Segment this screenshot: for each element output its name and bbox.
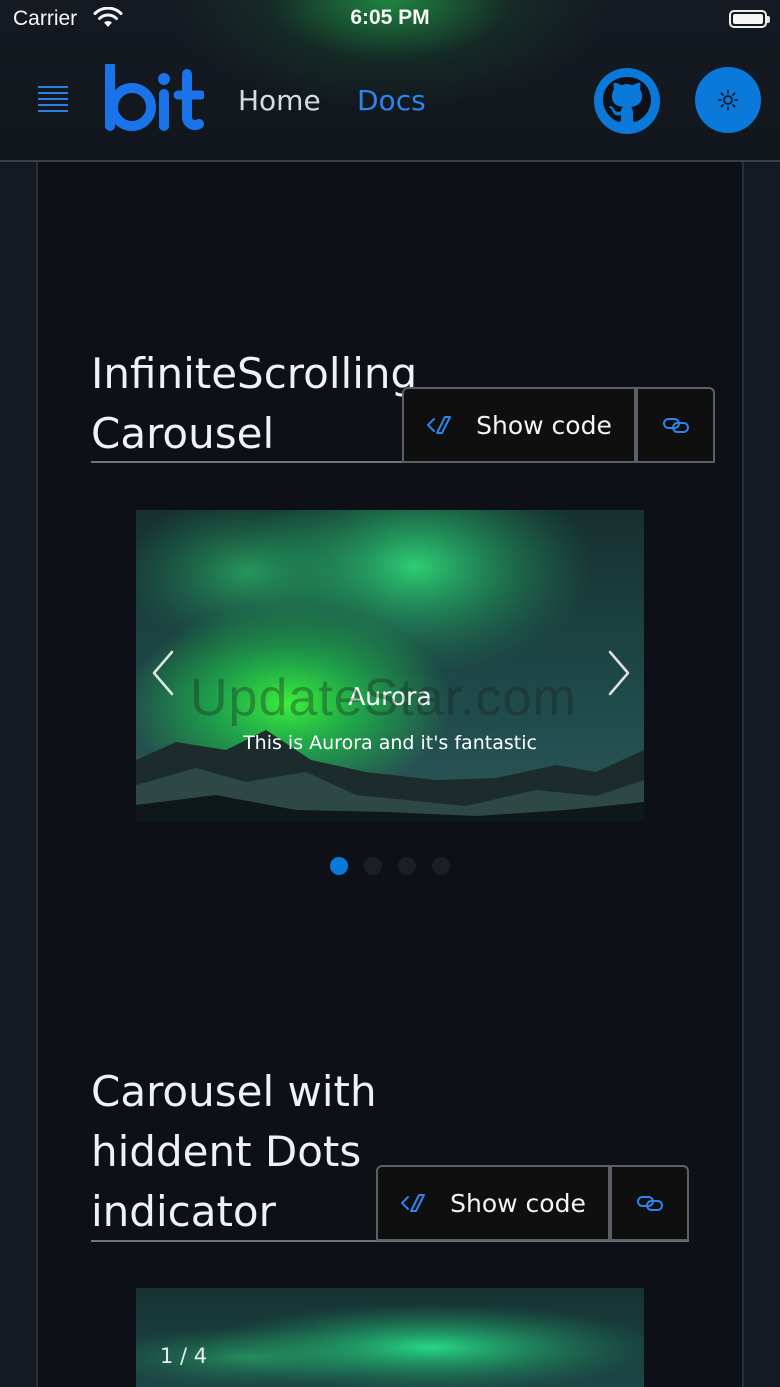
link-icon <box>636 1196 663 1211</box>
carousel-dot[interactable] <box>364 857 382 875</box>
carousel-dots <box>330 857 450 875</box>
section-title: InfiniteScrolling Carousel <box>91 349 418 458</box>
aurora-slide-image <box>136 1288 644 1387</box>
section-title: Carousel with hiddent Dots indicator <box>91 1067 377 1236</box>
theme-toggle-button[interactable] <box>695 67 761 133</box>
clock: 6:05 PM <box>350 6 430 29</box>
aurora-slide-image <box>136 510 644 822</box>
sun-icon <box>717 89 739 111</box>
bit-logo[interactable] <box>104 64 204 134</box>
code-icon <box>401 1194 426 1212</box>
infinite-carousel[interactable]: Aurora This is Aurora and it's fantastic <box>136 510 644 822</box>
nav-home-link[interactable]: Home <box>238 84 321 117</box>
show-code-button[interactable]: Show code <box>402 387 636 463</box>
battery-icon <box>729 10 770 28</box>
page-gutter-left <box>0 162 36 1387</box>
carousel-dot[interactable] <box>432 857 450 875</box>
page-gutter-right <box>744 162 780 1387</box>
slide-counter: 1 / 4 <box>160 1344 208 1368</box>
watermark: UpdateStar.com <box>190 669 577 727</box>
show-code-button[interactable]: Show code <box>376 1165 610 1241</box>
nav-docs-link[interactable]: Docs <box>357 84 426 117</box>
link-icon <box>662 418 689 433</box>
slide-description: This is Aurora and it's fantastic <box>243 732 537 754</box>
github-icon[interactable] <box>594 68 660 134</box>
hidden-dots-carousel[interactable]: 1 / 4 <box>136 1288 644 1387</box>
status-bar: Carrier 6:05 PM <box>0 0 780 40</box>
code-icon <box>427 416 452 434</box>
app-header: Carrier 6:05 PM Home Docs <box>0 0 780 162</box>
show-code-label: Show code <box>476 410 612 440</box>
copy-link-button[interactable] <box>610 1165 689 1241</box>
show-code-label: Show code <box>450 1188 586 1218</box>
carousel-dot[interactable] <box>330 857 348 875</box>
copy-link-button[interactable] <box>636 387 715 463</box>
hamburger-menu-icon[interactable] <box>38 86 68 114</box>
carousel-dot[interactable] <box>398 857 416 875</box>
